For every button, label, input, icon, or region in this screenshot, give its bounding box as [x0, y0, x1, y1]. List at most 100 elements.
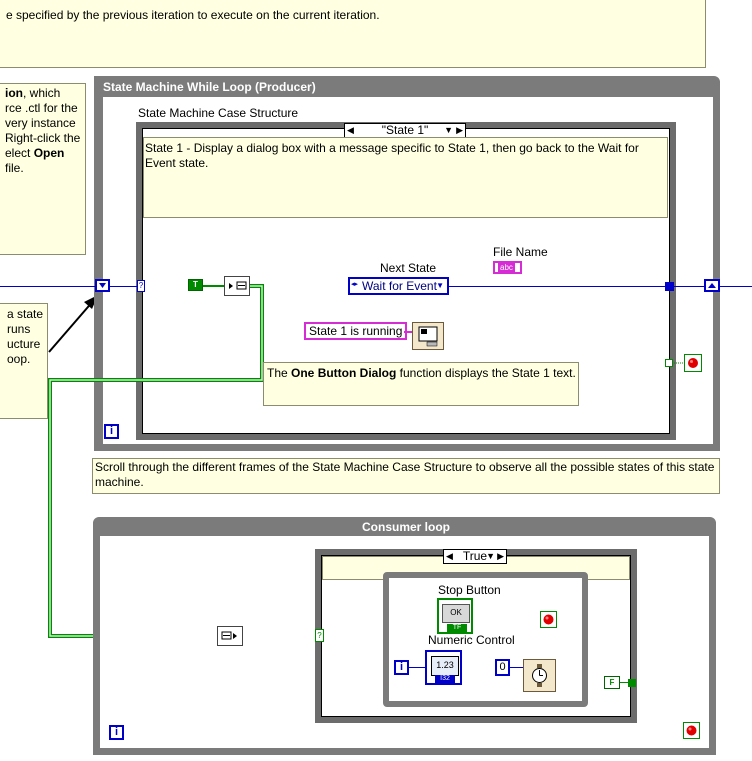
true-constant-text: T — [193, 280, 198, 289]
left-comment-bottom: a state runs ucture oop. — [0, 303, 48, 419]
case-selector-terminal[interactable]: ? — [137, 280, 145, 292]
stop-icon — [688, 358, 698, 368]
numeric-constant[interactable]: 0 — [495, 659, 510, 676]
state-1-string-constant[interactable]: State 1 is running — [304, 322, 408, 340]
case-selector-dropdown[interactable]: ▼ — [444, 124, 453, 137]
case-selector-inc[interactable]: ▶ — [456, 124, 463, 137]
consumer-iteration-icon: i — [109, 725, 124, 740]
consumer-case-inc[interactable]: ▶ — [497, 550, 504, 563]
scroll-comment-text: Scroll through the different frames of t… — [95, 460, 715, 489]
consumer-loop-title: Consumer loop — [362, 520, 451, 534]
next-state-enum[interactable]: ◂▸ Wait for Event ▼ — [348, 277, 449, 295]
enum-wire-exit — [720, 286, 752, 287]
wait-ms-node[interactable] — [523, 659, 556, 692]
producer-stop-terminal[interactable] — [684, 354, 702, 372]
stop-button-terminal[interactable]: OK TF — [437, 598, 473, 634]
inner-iteration-label: i — [399, 661, 404, 673]
inner-stop-icon — [543, 614, 554, 625]
enum-wire-left — [0, 286, 98, 287]
state-1-comment-text: State 1 - Display a dialog box with a me… — [145, 141, 639, 170]
state-1-string-text: State 1 is running — [309, 324, 403, 338]
dialog-comment-pre: The — [267, 366, 292, 380]
enum-wire-right — [674, 286, 706, 287]
file-name-indicator[interactable]: abc — [493, 261, 522, 274]
left-comment-b4: oop. — [7, 352, 31, 366]
consumer-case-selector[interactable]: ◀ True ▼ ▶ — [443, 549, 507, 564]
dialog-comment-bold: One Button Dialog — [291, 366, 397, 380]
consumer-case-value: True — [462, 549, 488, 563]
false-constant-text: F — [609, 678, 615, 687]
left-comment-line1: , which — [23, 86, 61, 100]
ok-button-text: OK — [450, 608, 462, 617]
consumer-output-tunnel — [628, 679, 636, 687]
stop-button-type-text: TF — [452, 624, 462, 631]
consumer-stop-icon — [686, 725, 697, 736]
dialog-comment-post: function displays the State 1 text. — [396, 366, 576, 380]
producer-loop-title: State Machine While Loop (Producer) — [103, 80, 316, 94]
next-state-arrows[interactable]: ◂▸ — [351, 280, 358, 288]
next-state-value: Wait for Event — [362, 279, 437, 293]
enum-wire-shift — [108, 286, 138, 287]
true-constant[interactable]: T — [188, 279, 203, 291]
false-constant[interactable]: F — [604, 676, 620, 689]
top-comment-text: e specified by the previous iteration to… — [6, 8, 380, 22]
left-comment-open: Open — [33, 146, 65, 160]
numeric-display-icon: 1.23 — [431, 656, 459, 676]
one-button-dialog-node[interactable] — [412, 322, 444, 350]
next-state-label: Next State — [380, 261, 437, 275]
producer-loop-iteration-icon: i — [104, 424, 119, 439]
shift-register-left-icon — [99, 283, 106, 288]
state-1-comment: State 1 - Display a dialog box with a me… — [143, 137, 668, 218]
left-comment-line5: elect — [5, 146, 34, 160]
send-notification-icon — [229, 281, 247, 290]
left-comment-line2: rce .ctl for the — [5, 101, 78, 115]
numeric-type-text: I32 — [440, 675, 450, 682]
consumer-stop-terminal[interactable] — [683, 722, 700, 739]
top-comment: e specified by the previous iteration to… — [0, 0, 706, 68]
producer-stop-tunnel — [665, 359, 673, 367]
iteration-label: i — [109, 425, 114, 437]
wait-wire — [510, 667, 524, 668]
consumer-inner-stop[interactable] — [540, 611, 557, 628]
dialog-icon — [418, 326, 438, 347]
dialog-comment: The One Button Dialog function displays … — [263, 362, 579, 406]
left-comment-b3: ucture — [7, 337, 41, 351]
consumer-case-dropdown[interactable]: ▼ — [486, 550, 495, 563]
case-output-tunnel — [665, 282, 674, 291]
left-comment-b2: runs — [7, 322, 31, 336]
wait-icon — [532, 664, 547, 687]
stop-button-label: Stop Button — [438, 583, 501, 597]
numeric-control-label: Numeric Control — [428, 633, 515, 647]
producer-loop-left-edge — [94, 76, 103, 451]
shift-register-right[interactable] — [704, 279, 720, 292]
send-notification-node[interactable] — [224, 276, 250, 296]
left-comment-line3: very instance — [5, 116, 76, 130]
consumer-case-dec[interactable]: ◀ — [446, 550, 453, 563]
enum-wire-main — [448, 286, 666, 287]
left-comment-b1: a state — [7, 307, 44, 321]
left-comment-bold: ion — [5, 86, 23, 100]
iteration-terminal: i — [394, 660, 409, 675]
scroll-comment: Scroll through the different frames of t… — [92, 458, 720, 494]
numeric-display-text: 1.23 — [436, 660, 454, 670]
file-name-icon: abc — [498, 263, 515, 272]
true-wire — [203, 285, 225, 287]
numeric-control-terminal[interactable]: 1.23 I32 — [425, 650, 462, 685]
numeric-constant-value: 0 — [499, 661, 506, 673]
file-name-label: File Name — [493, 245, 548, 259]
case-selector[interactable]: ◀ "State 1" ▼ ▶ — [344, 123, 466, 138]
ok-button-icon: OK — [442, 604, 470, 623]
consumer-iteration-label: i — [114, 726, 119, 738]
case-structure-label: State Machine Case Structure — [138, 106, 299, 120]
stop-button-type: TF — [447, 624, 467, 632]
left-comment-top: ion, which rce .ctl for the very instanc… — [0, 83, 86, 255]
case-selector-dec[interactable]: ◀ — [347, 124, 354, 137]
left-comment-line4: Right-click the — [5, 131, 81, 145]
shift-register-right-icon — [708, 283, 716, 288]
next-state-dropdown-icon[interactable]: ▼ — [436, 281, 444, 290]
consumer-case-selector-terminal[interactable]: ? — [315, 629, 324, 642]
case-selector-value: "State 1" — [381, 123, 429, 137]
receive-notification-node[interactable] — [217, 626, 243, 646]
numeric-type-icon: I32 — [435, 675, 455, 683]
shift-register-left[interactable] — [95, 279, 110, 292]
